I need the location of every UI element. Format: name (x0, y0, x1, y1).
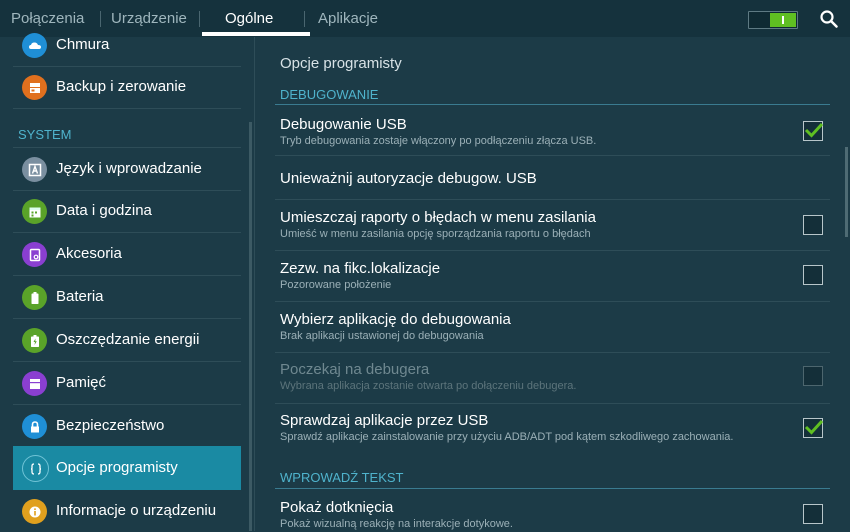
verify-apps-checkbox[interactable] (803, 418, 824, 438)
toggle-knob (770, 13, 796, 27)
sidebar-item-power-saving[interactable]: Oszczędzanie energii (13, 319, 241, 362)
setting-subtitle: Pokaż wizualną reakcję na interakcje dot… (280, 518, 513, 530)
sidebar-item-label: Oszczędzanie energii (56, 331, 200, 348)
language-icon (22, 157, 47, 182)
section-header-system: SYSTEM (18, 127, 72, 142)
setting-bug-report-in-power-menu[interactable]: Umieszczaj raporty o błędach w menu zasi… (275, 200, 830, 251)
sidebar-item-label: Opcje programisty (56, 459, 178, 476)
sidebar-item-language[interactable]: Język i wprowadzanie (13, 148, 241, 191)
sidebar-item-backup[interactable]: Backup i zerowanie (13, 66, 241, 109)
tab-divider (304, 11, 305, 27)
sidebar-item-label: Język i wprowadzanie (56, 160, 202, 177)
sidebar-item-developer-options[interactable]: Opcje programisty (13, 446, 241, 490)
setting-verify-apps-usb[interactable]: Sprawdzaj aplikacje przez USB Sprawdź ap… (275, 404, 830, 454)
sidebar-item-label: Data i godzina (56, 202, 152, 219)
setting-title: Sprawdzaj aplikacje przez USB (280, 412, 489, 429)
setting-select-debug-app[interactable]: Wybierz aplikację do debugowania Brak ap… (275, 302, 830, 353)
setting-title: Zezw. na fikc.lokalizacje (280, 260, 441, 277)
tab-aplikacje[interactable]: Aplikacje (318, 0, 378, 37)
setting-title: Umieszczaj raporty o błędach w menu zasi… (280, 209, 596, 226)
developer-options-toggle[interactable] (748, 11, 798, 29)
battery-icon (22, 285, 47, 310)
checkmark-icon (804, 419, 824, 435)
sidebar-item-label: Pamięć (56, 374, 107, 391)
setting-title: Debugowanie USB (280, 116, 407, 133)
setting-show-touches[interactable]: Pokaż dotknięcia Pokaż wizualną reakcję … (275, 489, 830, 531)
sidebar-item-device-info[interactable]: Informacje o urządzeniu (13, 490, 241, 532)
backup-icon (22, 75, 47, 100)
info-icon (22, 499, 47, 524)
sidebar-item-battery[interactable]: Bateria (13, 276, 241, 319)
setting-revoke-usb-auth[interactable]: Unieważnij autoryzacje debugow. USB (275, 156, 830, 200)
setting-mock-locations[interactable]: Zezw. na fikc.lokalizacje Pozorowane poł… (275, 251, 830, 302)
setting-wait-for-debugger[interactable]: Poczekaj na debugera Wybrana aplikacja z… (275, 353, 830, 404)
accessories-icon (22, 242, 47, 267)
wait-for-debugger-checkbox[interactable] (803, 366, 823, 386)
power-saving-icon (22, 328, 47, 353)
section-header-text-input: WPROWADŹ TEKST (280, 470, 404, 485)
setting-subtitle: Sprawdź aplikacje zainstalowanie przy uż… (280, 431, 734, 443)
lock-icon (22, 414, 47, 439)
setting-title: Unieważnij autoryzacje debugow. USB (280, 170, 537, 187)
sidebar-item-security[interactable]: Bezpieczeństwo (13, 405, 241, 448)
sidebar-item-label: Backup i zerowanie (56, 78, 187, 95)
setting-subtitle: Brak aplikacji ustawionej do debugowania (280, 330, 484, 342)
checkmark-icon (804, 122, 824, 138)
settings-sidebar: Chmura Backup i zerowanie SYSTEM Język i… (0, 33, 255, 532)
cloud-icon (22, 33, 47, 58)
setting-title: Pokaż dotknięcia (280, 499, 394, 516)
sidebar-item-accessories[interactable]: Akcesoria (13, 233, 241, 276)
sidebar-item-chmura[interactable]: Chmura (13, 24, 241, 67)
sidebar-item-label: Chmura (56, 36, 110, 53)
show-touches-checkbox[interactable] (803, 504, 823, 524)
setting-subtitle: Pozorowane położenie (280, 279, 392, 291)
sidebar-item-label: Akcesoria (56, 245, 122, 262)
bug-report-checkbox[interactable] (803, 215, 823, 235)
sidebar-item-storage[interactable]: Pamięć (13, 362, 241, 405)
main-scrollbar[interactable] (845, 147, 848, 237)
calendar-icon (22, 199, 47, 224)
sidebar-item-date-time[interactable]: Data i godzina (13, 190, 241, 233)
sidebar-scrollbar[interactable] (249, 122, 252, 531)
search-icon[interactable] (820, 10, 838, 28)
storage-icon (22, 371, 47, 396)
developer-icon (22, 455, 49, 482)
page-title: Opcje programisty (280, 55, 402, 72)
usb-debugging-checkbox[interactable] (803, 121, 824, 141)
setting-usb-debugging[interactable]: Debugowanie USB Tryb debugowania zostaje… (275, 105, 830, 156)
sidebar-item-label: Bezpieczeństwo (56, 417, 165, 434)
sidebar-item-label: Informacje o urządzeniu (56, 502, 217, 519)
developer-options-panel: Opcje programisty DEBUGOWANIE Debugowani… (255, 37, 850, 531)
mock-locations-checkbox[interactable] (803, 265, 823, 285)
setting-subtitle: Wybrana aplikacja zostanie otwarta po do… (280, 380, 577, 392)
setting-title: Wybierz aplikację do debugowania (280, 311, 511, 328)
setting-title: Poczekaj na debugera (280, 361, 430, 378)
setting-subtitle: Umieść w menu zasilania opcję sporządzan… (280, 228, 591, 240)
section-header-debugging: DEBUGOWANIE (280, 87, 379, 102)
setting-subtitle: Tryb debugowania zostaje włączony po pod… (280, 135, 597, 147)
sidebar-item-label: Bateria (56, 288, 104, 305)
